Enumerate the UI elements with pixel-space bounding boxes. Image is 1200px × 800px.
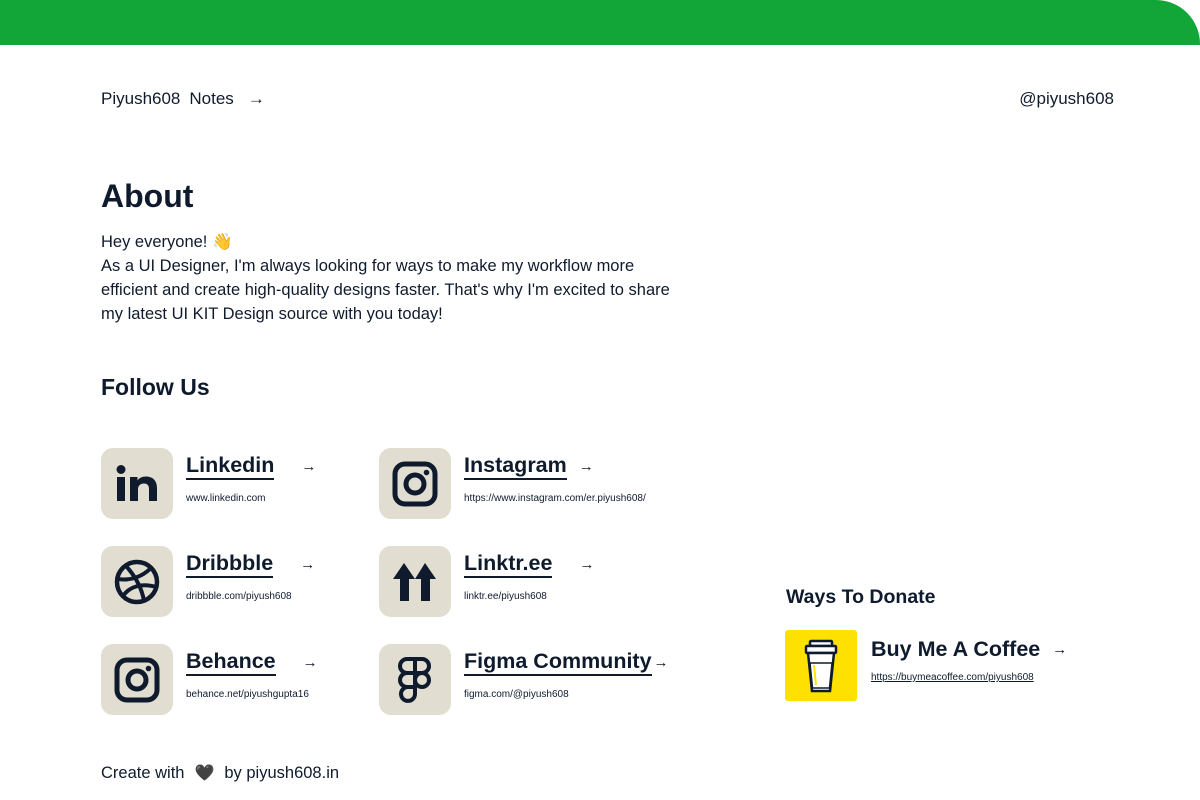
arrow-right-icon[interactable]: →: [579, 458, 594, 475]
social-url-linkedin[interactable]: www.linkedin.com: [186, 493, 316, 504]
social-title-dribbble[interactable]: Dribbble: [186, 551, 274, 578]
arrow-right-icon[interactable]: →: [300, 556, 315, 573]
social-title-linktree[interactable]: Linktr.ee: [464, 551, 553, 578]
buy-coffee-title[interactable]: Buy Me A Coffee: [871, 637, 1040, 662]
figma-icon: [398, 656, 431, 703]
donate-title: Ways To Donate: [786, 586, 936, 608]
linktree-icon: [393, 562, 436, 601]
coffee-cup-icon: [804, 639, 838, 692]
linktree-icon-tile[interactable]: [379, 546, 451, 617]
arrow-right-icon[interactable]: →: [1052, 641, 1067, 658]
arrow-right-icon[interactable]: →: [579, 556, 594, 573]
about-greeting: Hey everyone! 👋: [101, 233, 233, 251]
social-title-figma[interactable]: Figma Community: [464, 649, 652, 676]
dribbble-icon-tile[interactable]: [101, 546, 173, 617]
social-card-instagram[interactable]: Instagram → https://www.instagram.com/er…: [379, 448, 646, 519]
social-url-behance[interactable]: behance.net/piyushgupta16: [186, 689, 318, 700]
social-url-linktree[interactable]: linktr.ee/piyush608: [464, 591, 594, 602]
social-card-figma[interactable]: Figma Community → figma.com/@piyush608: [379, 644, 669, 715]
top-accent-bar: [0, 0, 1200, 45]
instagram-icon: [392, 461, 438, 506]
social-card-linkedin[interactable]: Linkedin → www.linkedin.com: [101, 448, 316, 519]
nav-breadcrumb: Piyush608 Notes →: [101, 89, 265, 109]
social-url-instagram[interactable]: https://www.instagram.com/er.piyush608/: [464, 493, 646, 504]
footer-credit-link[interactable]: by piyush608.in: [224, 764, 339, 783]
dribbble-icon: [114, 559, 160, 604]
about-title: About: [101, 178, 194, 214]
social-url-figma[interactable]: figma.com/@piyush608: [464, 689, 669, 700]
social-card-linktree[interactable]: Linktr.ee → linktr.ee/piyush608: [379, 546, 594, 617]
heart-icon: 🖤: [194, 765, 215, 782]
social-card-dribbble[interactable]: Dribbble → dribbble.com/piyush608: [101, 546, 315, 617]
footer: Create with 🖤 by piyush608.in: [101, 763, 339, 783]
instagram-icon-tile[interactable]: [379, 448, 451, 519]
about-paragraph: As a UI Designer, I'm always looking for…: [101, 257, 670, 323]
nav-notes-link[interactable]: Notes: [189, 89, 233, 109]
arrow-right-icon[interactable]: →: [248, 89, 265, 109]
linkedin-icon-tile[interactable]: [101, 448, 173, 519]
social-url-dribbble[interactable]: dribbble.com/piyush608: [186, 591, 315, 602]
social-title-instagram[interactable]: Instagram: [464, 453, 567, 480]
arrow-right-icon[interactable]: →: [301, 458, 316, 475]
arrow-right-icon[interactable]: →: [303, 654, 318, 671]
linkedin-icon: [116, 464, 157, 501]
follow-title: Follow Us: [101, 374, 210, 400]
buy-coffee-url[interactable]: https://buymeacoffee.com/piyush608: [871, 672, 1067, 683]
social-title-linkedin[interactable]: Linkedin: [186, 453, 275, 480]
social-title-behance[interactable]: Behance: [186, 649, 276, 676]
about-text: Hey everyone! 👋 As a UI Designer, I'm al…: [101, 230, 681, 326]
nav-handle-link[interactable]: @piyush608: [1019, 89, 1114, 109]
coffee-icon-tile[interactable]: [785, 630, 857, 701]
behance-icon-tile[interactable]: [101, 644, 173, 715]
social-card-behance[interactable]: Behance → behance.net/piyushgupta16: [101, 644, 318, 715]
buy-coffee-link[interactable]: Buy Me A Coffee → https://buymeacoffee.c…: [871, 637, 1067, 683]
figma-icon-tile[interactable]: [379, 644, 451, 715]
nav-brand-link[interactable]: Piyush608: [101, 89, 180, 109]
arrow-right-icon[interactable]: →: [654, 654, 669, 671]
instagram-icon: [114, 657, 160, 702]
footer-prefix: Create with: [101, 763, 185, 782]
